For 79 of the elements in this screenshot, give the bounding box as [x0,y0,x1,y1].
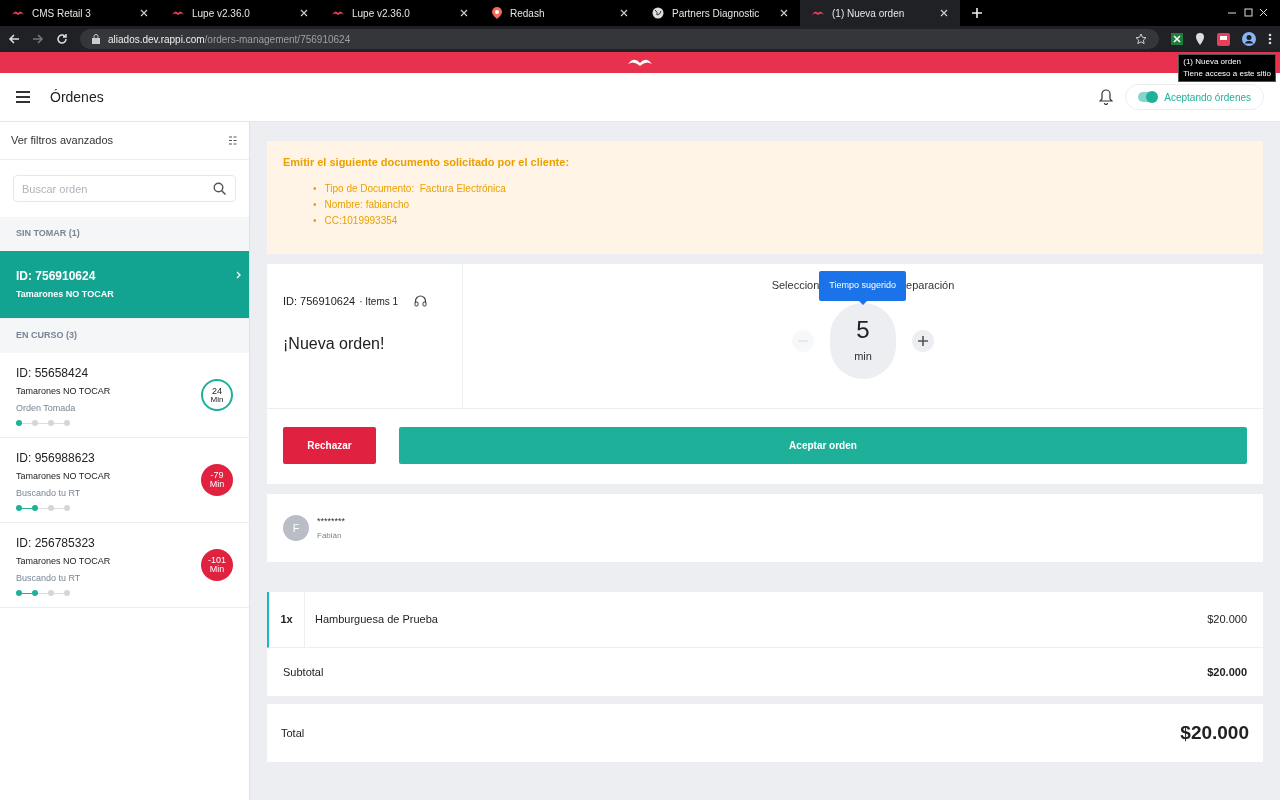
item-quantity: 1x [269,592,305,647]
headset-icon[interactable] [414,294,428,309]
notice-item: Nombre: fabiancho [324,197,409,212]
browser-tab[interactable]: (1) Nueva orden [800,0,960,26]
total-label: Total [281,725,305,741]
order-status: Buscando tu RT [16,486,82,500]
section-heading: EN CURSO (3) [16,329,77,343]
store-name: Tamarones NO TOCAR [16,385,112,398]
bullet: • [313,181,317,196]
search-icon[interactable] [213,182,226,195]
star-icon[interactable] [1135,33,1147,45]
timer-badge: 24 Min [201,379,233,411]
page-title: Órdenes [50,87,105,107]
customer-masked-name: ******** [317,516,346,526]
customer-name: Fabián [317,531,343,540]
close-icon[interactable] [940,9,948,17]
search-field[interactable]: Buscar orden [13,175,236,202]
store-name: Tamarones NO TOCAR [16,470,112,483]
notice-item: CC:1019993354 [324,213,398,228]
item-price: $20.000 [1207,612,1248,628]
timer-badge: -79 Min [201,464,233,496]
bell-icon[interactable] [1099,89,1114,105]
mustache-icon [332,9,344,17]
back-icon[interactable] [8,33,20,45]
close-icon[interactable] [140,9,148,17]
order-id: ID: 256785323 [16,535,96,552]
close-icon[interactable] [300,9,308,17]
close-icon[interactable] [460,9,468,17]
subtotal-label: Subtotal [283,664,324,680]
menu-icon[interactable] [16,91,30,103]
item-count: · Items 1 [359,294,399,309]
notice-item: Tipo de Documento: Factura Electrónica [324,181,506,196]
profile-icon[interactable] [1242,32,1256,46]
window-controls-icon[interactable] [1228,8,1268,18]
prep-label: eparación [906,277,955,293]
avatar: F [283,515,309,541]
order-id: ID: 55658424 [16,365,90,382]
order-status: Orden Tomada [16,401,77,415]
lock-icon [92,34,100,44]
pin-extension-icon[interactable] [1195,33,1205,45]
order-id: ID: 956988623 [16,450,96,467]
section-heading: SIN TOMAR (1) [16,227,80,241]
bullet: • [313,213,317,228]
filter-icon[interactable] [229,136,238,145]
mustache-icon [812,9,824,17]
new-tab-icon[interactable] [972,8,982,18]
reload-icon[interactable] [56,33,68,45]
plus-button[interactable] [912,330,934,352]
mustache-icon [12,9,24,17]
filters-link[interactable]: Ver filtros avanzados [11,132,114,149]
extension-icon[interactable] [1217,32,1230,46]
order-headline: ¡Nueva orden! [283,333,386,354]
chevron-right-icon [236,271,241,279]
menu-icon[interactable] [1268,33,1272,45]
forward-icon[interactable] [32,33,44,45]
order-status: Buscando tu RT [16,571,82,585]
close-icon[interactable] [780,9,788,17]
total-value: $20.000 [1180,720,1249,745]
tooltip-title: (1) Nueva orden [1183,56,1243,68]
globe-icon [652,7,664,19]
close-icon[interactable] [620,9,628,17]
subtotal-value: $20.000 [1207,664,1247,680]
timer-badge: -101 Min [201,549,233,581]
spreadsheet-extension-icon[interactable] [1171,33,1183,45]
store-name: Tamarones NO TOCAR [16,288,115,302]
mustache-icon [172,9,184,17]
prep-time-display: 5 min [830,303,896,379]
pin-icon [492,7,502,19]
order-id: ID: 756910624 [283,294,356,309]
address-bar[interactable]: aliados.dev.rappi.com/orders-management/756910624 [80,29,1159,49]
tooltip-text: Tiene acceso a este sitio [1183,68,1271,80]
mustache-logo-icon [628,57,652,68]
store-name: Tamarones NO TOCAR [16,555,112,568]
prep-label: Seleccion [771,277,820,293]
item-name: Hamburguesa de Prueba [314,612,439,628]
notice-title: Emitir el siguiente documento solicitado por el cliente: [283,155,571,170]
reject-button[interactable]: Rechazar [283,427,376,464]
order-id: ID: 756910624 [16,268,97,286]
bullet: • [313,197,317,212]
